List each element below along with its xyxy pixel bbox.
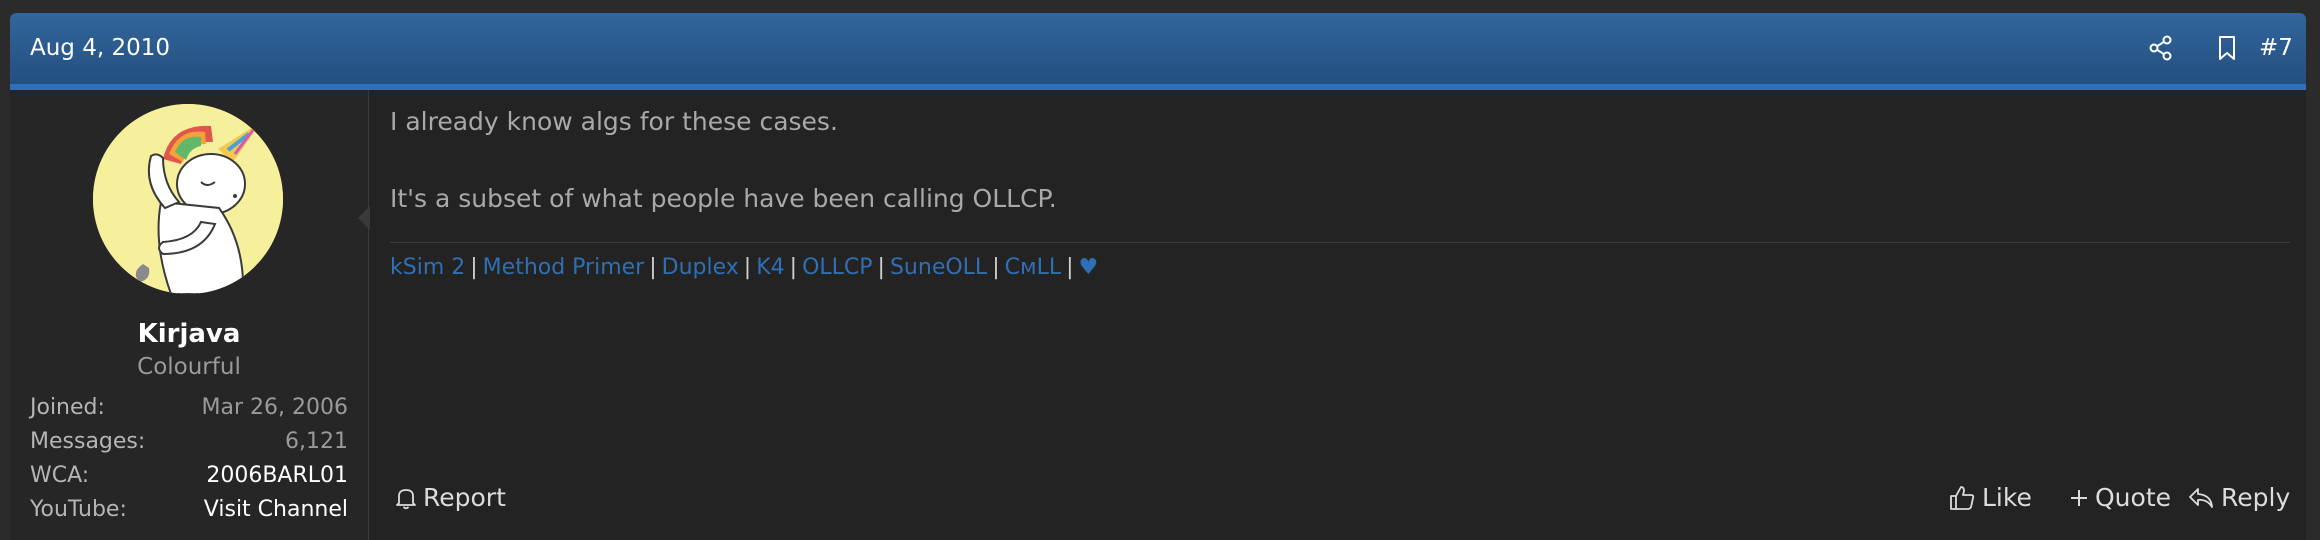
- bookmark-icon[interactable]: [2211, 32, 2243, 64]
- message-pointer: [358, 206, 370, 230]
- stat-youtube: YouTube: Visit Channel: [30, 494, 348, 526]
- signature-separator: |: [470, 255, 478, 280]
- report-button[interactable]: Report: [395, 481, 506, 515]
- stat-label: YouTube:: [30, 497, 127, 522]
- signature-link-duplex[interactable]: Duplex: [662, 255, 739, 280]
- signature-link-ollcp[interactable]: OLLCP: [802, 255, 872, 280]
- stat-joined: Joined: Mar 26, 2006: [30, 392, 348, 424]
- stat-messages: Messages: 6,121: [30, 426, 348, 458]
- post-header: Aug 4, 2010 #7: [10, 13, 2306, 84]
- username[interactable]: Kirjava: [10, 318, 368, 350]
- like-label: Like: [1982, 483, 2032, 512]
- thumbs-up-icon: [1948, 484, 1976, 512]
- stat-value: 6,121: [285, 429, 348, 454]
- post-permalink[interactable]: #7: [2259, 32, 2293, 64]
- message-line: It's a subset of what people have been c…: [390, 184, 1057, 213]
- forum-post: Aug 4, 2010 #7 Kirjava Colourful Joined:…: [10, 13, 2306, 540]
- reply-label: Reply: [2221, 483, 2291, 512]
- signature-separator: |: [877, 255, 885, 280]
- signature-link-heart[interactable]: ♥: [1079, 255, 1099, 280]
- like-button[interactable]: Like: [1948, 481, 2032, 515]
- post-date[interactable]: Aug 4, 2010: [30, 33, 170, 63]
- signature-link-method-primer[interactable]: Method Primer: [483, 255, 645, 280]
- avatar[interactable]: [93, 104, 283, 294]
- message-line: I already know algs for these cases.: [390, 107, 838, 136]
- user-title: Colourful: [137, 354, 241, 380]
- wca-id-link[interactable]: 2006BARL01: [206, 460, 348, 492]
- signature-separator: |: [789, 255, 798, 280]
- stat-label: Messages:: [30, 429, 146, 454]
- stat-label: Joined:: [30, 395, 105, 420]
- youtube-channel-link[interactable]: Visit Channel: [204, 494, 348, 526]
- signature-separator: |: [649, 255, 657, 280]
- bell-icon: [395, 486, 417, 510]
- share-icon[interactable]: [2145, 32, 2177, 64]
- reply-button[interactable]: Reply: [2187, 481, 2290, 515]
- quote-label: Quote: [2095, 483, 2172, 512]
- signature-divider: [390, 242, 2290, 243]
- signature-link-suneoll[interactable]: SuneOLL: [890, 255, 987, 280]
- stat-label: WCA:: [30, 463, 90, 488]
- reply-arrow-icon: [2187, 485, 2215, 511]
- signature-link-ksim2[interactable]: kSim 2: [390, 255, 465, 280]
- signature-separator: |: [1066, 255, 1074, 280]
- quote-button[interactable]: Quote: [2069, 481, 2171, 515]
- signature-separator: |: [992, 255, 1000, 280]
- plus-icon: [2069, 488, 2089, 508]
- signature: kSim 2 | Method Primer | Duplex | K4 | OLLCP | Sun…: [390, 253, 1098, 283]
- stat-value: Mar 26, 2006: [201, 395, 348, 420]
- stat-wca: WCA: 2006BARL01: [30, 460, 348, 492]
- signature-separator: |: [743, 255, 752, 280]
- report-label: Report: [423, 483, 506, 512]
- signature-link-cmll[interactable]: CᴍLL: [1005, 255, 1061, 280]
- signature-link-k4[interactable]: K4: [756, 255, 784, 280]
